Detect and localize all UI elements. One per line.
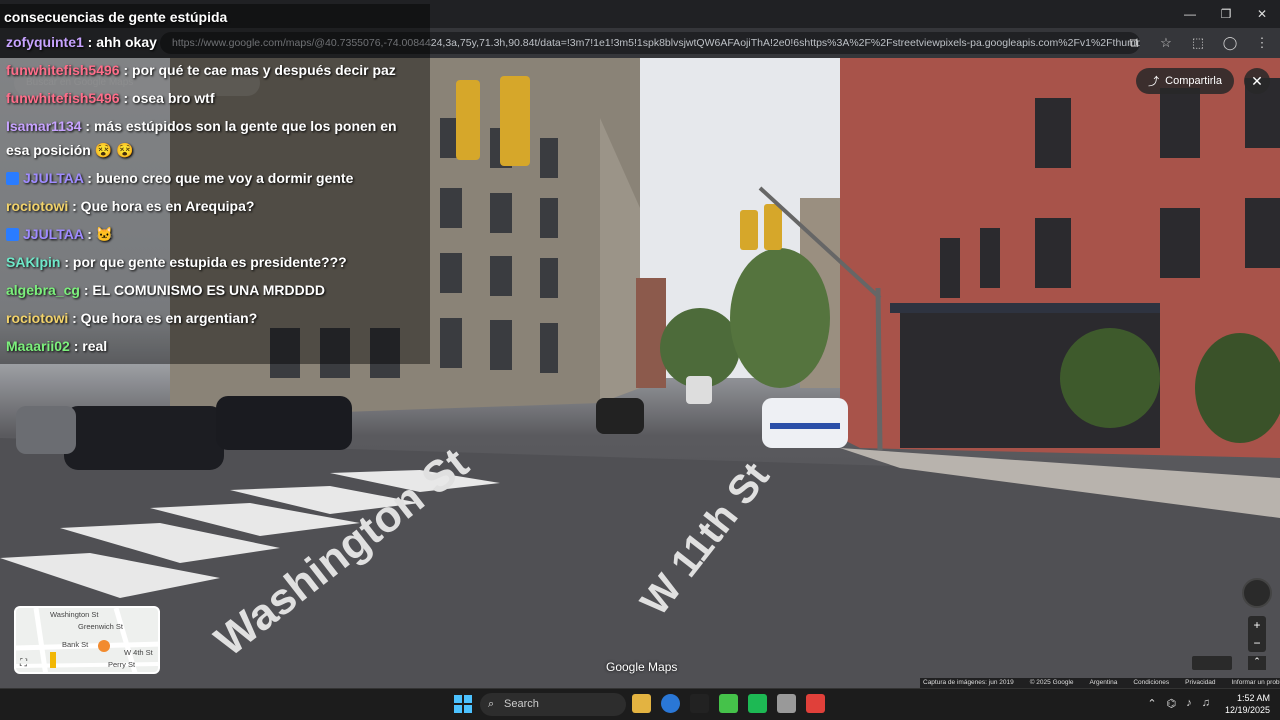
- zoom-out-icon[interactable]: −: [1253, 636, 1260, 650]
- chat-text: esa posición 😵 😵: [6, 142, 134, 158]
- chat-username[interactable]: zofyquinte1: [6, 34, 84, 50]
- mic-icon[interactable]: ♪: [1186, 697, 1192, 710]
- chat-message: funwhitefish5496 : por qué te cae mas y …: [6, 62, 396, 78]
- search-icon: ⌕: [488, 698, 495, 710]
- share-label: Compartirla: [1165, 75, 1222, 87]
- minimap-label: Bank St: [62, 640, 89, 649]
- star-icon[interactable]: ☆: [1154, 32, 1178, 54]
- chat-text: : más estúpidos son la gente que los pon…: [81, 118, 397, 134]
- minimap-label: Washington St: [50, 610, 99, 619]
- chat-username[interactable]: rociotowi: [6, 310, 68, 326]
- profile-icon[interactable]: ◯: [1218, 32, 1242, 54]
- chat-text: : por qué te cae mas y después decir paz: [119, 62, 396, 78]
- chat-text: : osea bro wtf: [119, 90, 215, 106]
- chat-text: : 🐱: [83, 226, 114, 242]
- brave-icon[interactable]: [806, 694, 825, 713]
- google-maps-watermark: Google Maps: [606, 660, 678, 674]
- chat-username[interactable]: rociotowi: [6, 198, 68, 214]
- chat-text: : Que hora es en argentian?: [68, 310, 258, 326]
- network-icon[interactable]: ⌬: [1167, 697, 1177, 710]
- minimize-icon[interactable]: —: [1172, 0, 1208, 28]
- menu-icon[interactable]: ⋮: [1250, 32, 1274, 54]
- chat-message: JJULTAA : bueno creo que me voy a dormir…: [6, 170, 353, 186]
- badge-icon: [6, 172, 19, 185]
- chat-message: JJULTAA : 🐱: [6, 226, 113, 243]
- copyright: © 2025 Google: [1029, 679, 1074, 686]
- install-icon[interactable]: ⧉: [1122, 32, 1146, 54]
- zoom-controls: + −: [1248, 616, 1266, 652]
- chat-text: : bueno creo que me voy a dormir gente: [83, 170, 354, 186]
- chat-message: zofyquinte1 : ahh okay: [6, 34, 157, 50]
- terms-link[interactable]: Condiciones: [1133, 678, 1169, 688]
- chat-message: rociotowi : Que hora es en Arequipa?: [6, 198, 254, 214]
- chat-message: algebra_cg : EL COMUNISMO ES UNA MRDDDD: [6, 282, 325, 298]
- minimap-label: Perry St: [108, 660, 136, 669]
- minimap[interactable]: Washington St Greenwich St Bank St Perry…: [14, 606, 160, 674]
- share-icon: ⤴: [1148, 76, 1160, 88]
- chat-text: : por que gente estupida es presidente??…: [60, 254, 347, 270]
- chat-username[interactable]: JJULTAA: [23, 226, 83, 242]
- zoom-in-icon[interactable]: +: [1253, 618, 1260, 632]
- chat-username[interactable]: Isamar1134: [6, 118, 82, 134]
- chat-username[interactable]: SAKIpin: [6, 254, 60, 270]
- chat-message: SAKIpin : por que gente estupida es pres…: [6, 254, 347, 270]
- chat-overlay: consecuencias de gente estúpida zofyquin…: [0, 4, 430, 364]
- maps-footer: Captura de imágenes: jun 2019 © 2025 Goo…: [920, 678, 1280, 688]
- chat-username[interactable]: funwhitefish5496: [6, 62, 120, 78]
- chevron-up-icon[interactable]: ⌃: [1147, 697, 1156, 710]
- close-streetview-icon[interactable]: ✕: [1244, 68, 1270, 94]
- clock-date: 12/19/2025: [1224, 705, 1270, 715]
- clock[interactable]: 1:52 AM 12/19/2025: [1225, 692, 1270, 716]
- extensions-icon[interactable]: ⬚: [1186, 32, 1210, 54]
- file-explorer-icon[interactable]: [632, 694, 651, 713]
- window-controls: — ❐ ✕: [1172, 0, 1280, 28]
- spotify-icon[interactable]: [748, 694, 767, 713]
- chat-text: : Que hora es en Arequipa?: [68, 198, 255, 214]
- chat-title: consecuencias de gente estúpida: [4, 9, 228, 25]
- clock-time: 1:52 AM: [1236, 693, 1270, 703]
- fullscreen-icon[interactable]: ⛶: [20, 658, 27, 669]
- chat-username[interactable]: algebra_cg: [6, 282, 80, 298]
- badge-icon: [6, 228, 19, 241]
- privacy-link[interactable]: Privacidad: [1185, 678, 1215, 688]
- windows-taskbar: ⌕ Search ⌃ ⌬ ♪ ♫ 1:52 AM 12/19/2025: [0, 688, 1280, 720]
- taskbar-search-label: Search: [504, 698, 539, 710]
- chat-message: rociotowi : Que hora es en argentian?: [6, 310, 257, 326]
- compass-icon[interactable]: [1242, 578, 1272, 608]
- chat-message: funwhitefish5496 : osea bro wtf: [6, 90, 215, 106]
- chat-text: : ahh okay: [83, 34, 157, 50]
- close-window-icon[interactable]: ✕: [1244, 0, 1280, 28]
- country-link[interactable]: Argentina: [1090, 678, 1118, 688]
- start-icon[interactable]: [454, 695, 472, 713]
- chrome-icon[interactable]: [661, 694, 680, 713]
- maximize-icon[interactable]: ❐: [1208, 0, 1244, 28]
- chat-username[interactable]: JJULTAA: [23, 170, 83, 186]
- chat-message: Isamar1134 : más estúpidos son la gente …: [6, 118, 397, 134]
- chat-message: esa posición 😵 😵: [6, 142, 133, 159]
- obs-icon[interactable]: [777, 694, 796, 713]
- chat-message: Maaarii02 : real: [6, 338, 107, 354]
- capcut-icon[interactable]: [690, 694, 709, 713]
- taskbar-search[interactable]: ⌕ Search: [480, 693, 626, 716]
- minimap-label: Greenwich St: [78, 622, 124, 631]
- share-button[interactable]: ⤴ Compartirla: [1136, 68, 1234, 94]
- minecraft-icon[interactable]: [719, 694, 738, 713]
- capture-date: Captura de imágenes: jun 2019: [923, 679, 1014, 686]
- chat-username[interactable]: Maaarii02: [6, 338, 70, 354]
- minimap-label: W 4th St: [124, 648, 153, 657]
- toolbar-icons: ⧉ ☆ ⬚ ◯ ⋮: [1122, 32, 1274, 54]
- expand-icon[interactable]: ⌃: [1248, 656, 1266, 670]
- chat-username[interactable]: funwhitefish5496: [6, 90, 120, 106]
- chat-text: : EL COMUNISMO ES UNA MRDDDD: [79, 282, 325, 298]
- taskbar-apps: [632, 694, 825, 713]
- volume-icon[interactable]: ♫: [1202, 697, 1210, 710]
- system-tray: ⌃ ⌬ ♪ ♫: [1147, 697, 1210, 710]
- report-link[interactable]: Informar un problema: [1232, 678, 1280, 688]
- chat-text: : real: [69, 338, 108, 354]
- layers-icon[interactable]: [1192, 656, 1232, 670]
